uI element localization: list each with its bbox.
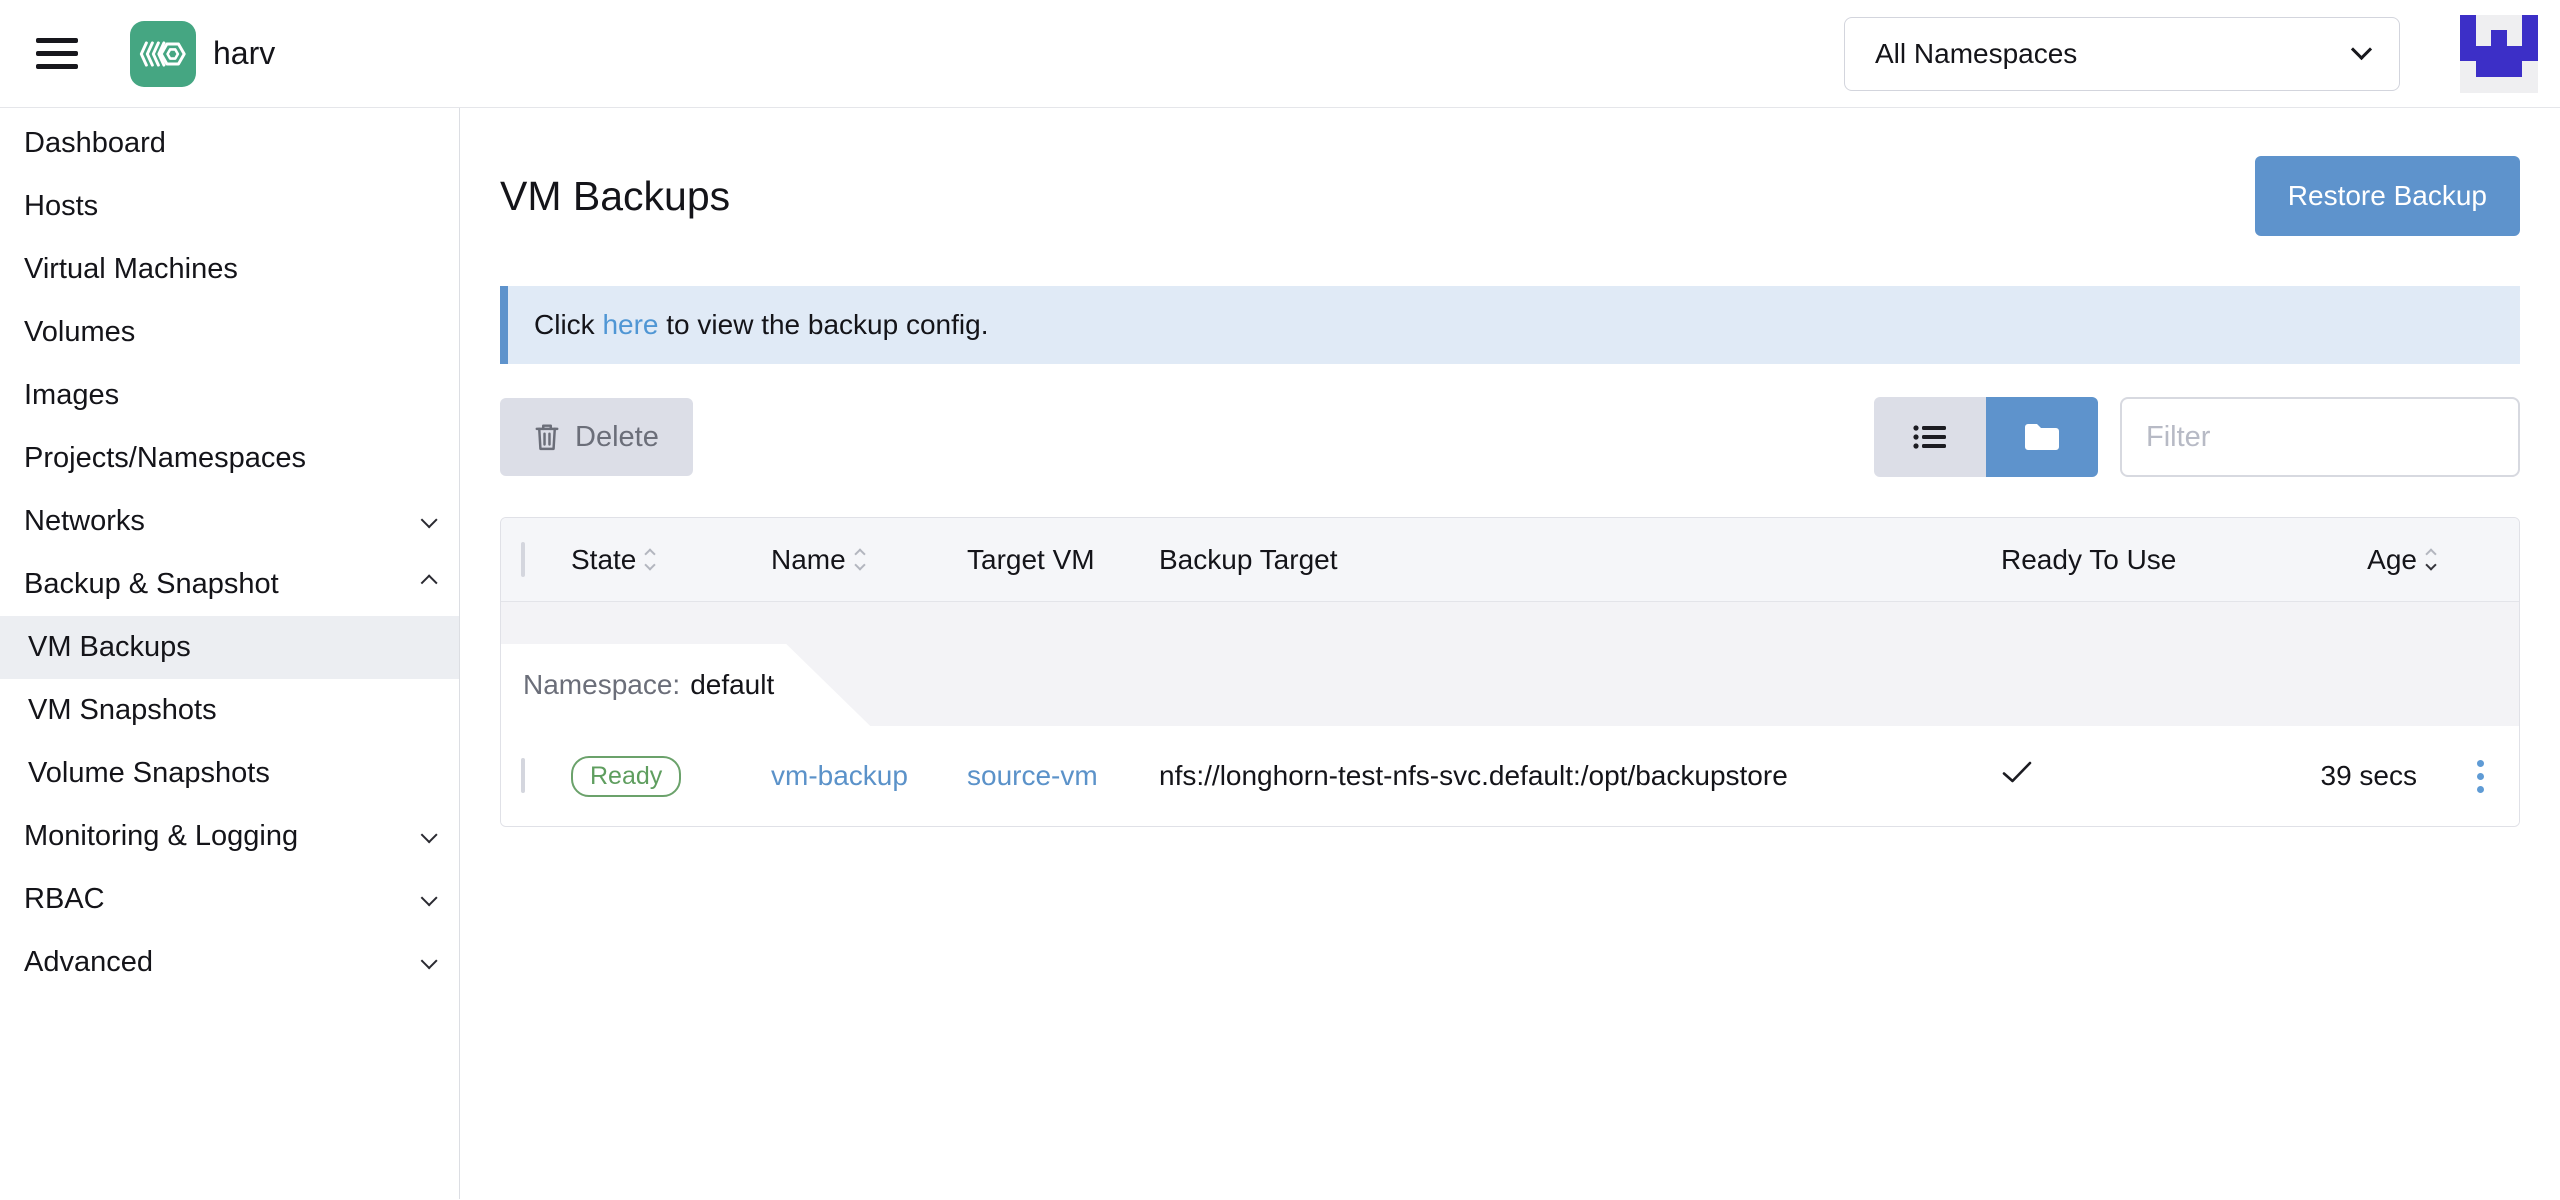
list-view-icon [1913, 424, 1947, 450]
state-badge: Ready [571, 756, 681, 797]
row-checkbox[interactable] [521, 758, 525, 793]
sidebar-item-volumes[interactable]: Volumes [0, 301, 459, 364]
sidebar-group-backup-snapshot[interactable]: Backup & Snapshot [0, 553, 459, 616]
sidebar-item-projects-namespaces[interactable]: Projects/Namespaces [0, 427, 459, 490]
chevron-down-icon [421, 952, 438, 969]
backup-config-banner: Click here to view the backup config. [500, 286, 2520, 364]
harvester-logo-icon[interactable] [130, 21, 196, 87]
sort-icon [856, 550, 864, 569]
top-bar: harv All Namespaces [0, 0, 2560, 108]
column-header-age[interactable]: Age [2261, 544, 2441, 576]
backup-target-value: nfs://longhorn-test-nfs-svc.default:/opt… [1159, 760, 1971, 792]
chevron-down-icon [2351, 39, 2372, 60]
table-toolbar: Delete [500, 397, 2520, 477]
sidebar-item-vm-snapshots[interactable]: VM Snapshots [0, 679, 459, 742]
product-name: harv [213, 35, 275, 72]
namespace-selector[interactable]: All Namespaces [1844, 17, 2400, 91]
chevron-down-icon [421, 511, 438, 528]
view-toggle [1874, 397, 2098, 477]
sidebar-group-monitoring-logging[interactable]: Monitoring & Logging [0, 805, 459, 868]
folder-view-button[interactable] [1986, 397, 2098, 477]
chevron-down-icon [421, 889, 438, 906]
list-view-button[interactable] [1874, 397, 1986, 477]
page-title: VM Backups [500, 173, 730, 220]
column-header-name[interactable]: Name [771, 544, 967, 576]
sidebar-group-rbac[interactable]: RBAC [0, 868, 459, 931]
sidebar-item-hosts[interactable]: Hosts [0, 175, 459, 238]
banner-text: Click here to view the backup config. [534, 309, 988, 341]
sidebar-group-advanced[interactable]: Advanced [0, 931, 459, 994]
column-header-target-vm: Target VM [967, 544, 1159, 576]
table-row: Ready vm-backup source-vm nfs://longhorn… [501, 726, 2519, 826]
column-header-backup-target: Backup Target [1159, 544, 1971, 576]
delete-button[interactable]: Delete [500, 398, 693, 476]
sidebar-item-vm-backups[interactable]: VM Backups [0, 616, 459, 679]
chevron-down-icon [421, 826, 438, 843]
select-all-checkbox[interactable] [521, 542, 525, 577]
sort-icon [646, 550, 654, 569]
namespace-group-value: default [690, 669, 774, 701]
namespace-group-label: Namespace: [523, 669, 680, 701]
restore-backup-button[interactable]: Restore Backup [2255, 156, 2520, 236]
sidebar-item-dashboard[interactable]: Dashboard [0, 112, 459, 175]
sidebar-item-virtual-machines[interactable]: Virtual Machines [0, 238, 459, 301]
sort-icon [2427, 550, 2435, 569]
row-actions-kebab-icon[interactable] [2469, 752, 2492, 801]
main-content: VM Backups Restore Backup Click here to … [460, 108, 2560, 1199]
filter-input[interactable] [2120, 397, 2520, 477]
user-avatar[interactable] [2460, 15, 2538, 93]
namespace-selector-value: All Namespaces [1875, 38, 2354, 70]
folder-view-icon [2023, 422, 2061, 452]
backups-table: State Name Target VM Backup Target Ready… [500, 517, 2520, 827]
trash-icon [534, 423, 560, 451]
sidebar-group-networks[interactable]: Networks [0, 490, 459, 553]
table-header-row: State Name Target VM Backup Target Ready… [501, 518, 2519, 602]
backup-name-link[interactable]: vm-backup [771, 760, 908, 791]
sidebar-item-images[interactable]: Images [0, 364, 459, 427]
target-vm-link[interactable]: source-vm [967, 760, 1098, 791]
backup-config-link[interactable]: here [602, 309, 658, 340]
sidebar: Dashboard Hosts Virtual Machines Volumes… [0, 108, 460, 1199]
namespace-group-row: Namespace: default [501, 602, 2519, 726]
column-header-state[interactable]: State [571, 544, 771, 576]
checkmark-icon [2001, 760, 2033, 785]
namespace-group-tab: Namespace: default [501, 644, 870, 726]
column-header-ready-to-use: Ready To Use [1971, 544, 2261, 576]
menu-icon[interactable] [36, 38, 78, 69]
age-value: 39 secs [2261, 760, 2441, 792]
chevron-up-icon [421, 574, 438, 591]
sidebar-item-volume-snapshots[interactable]: Volume Snapshots [0, 742, 459, 805]
ready-to-use-cell [1971, 760, 2261, 792]
